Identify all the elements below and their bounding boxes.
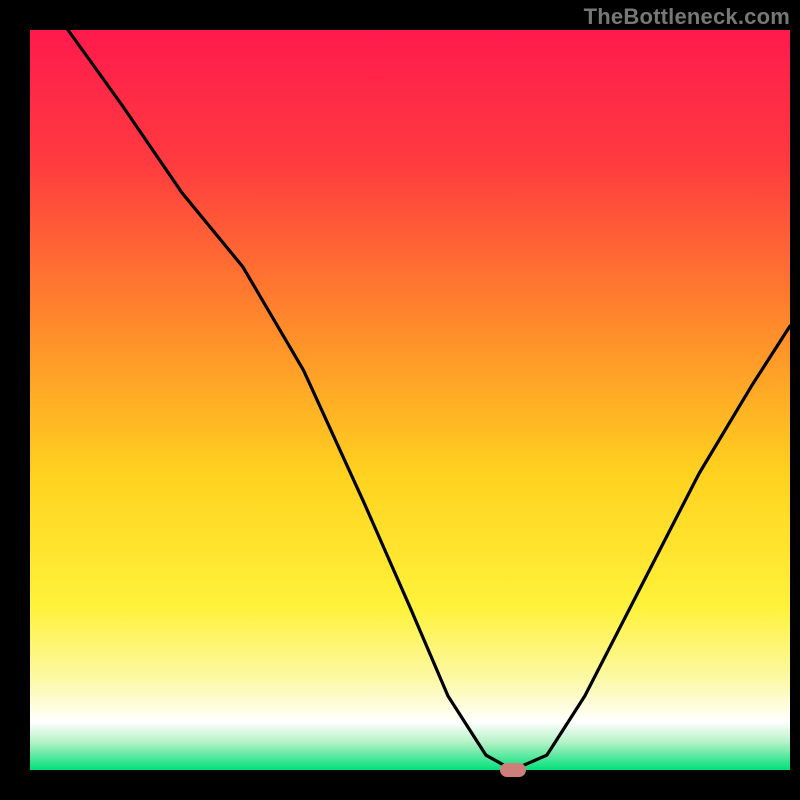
- minimum-marker: [500, 763, 526, 777]
- watermark-text: TheBottleneck.com: [584, 4, 790, 30]
- gradient-background: [30, 30, 790, 770]
- chart-stage: TheBottleneck.com: [0, 0, 800, 800]
- bottleneck-plot: [0, 0, 800, 800]
